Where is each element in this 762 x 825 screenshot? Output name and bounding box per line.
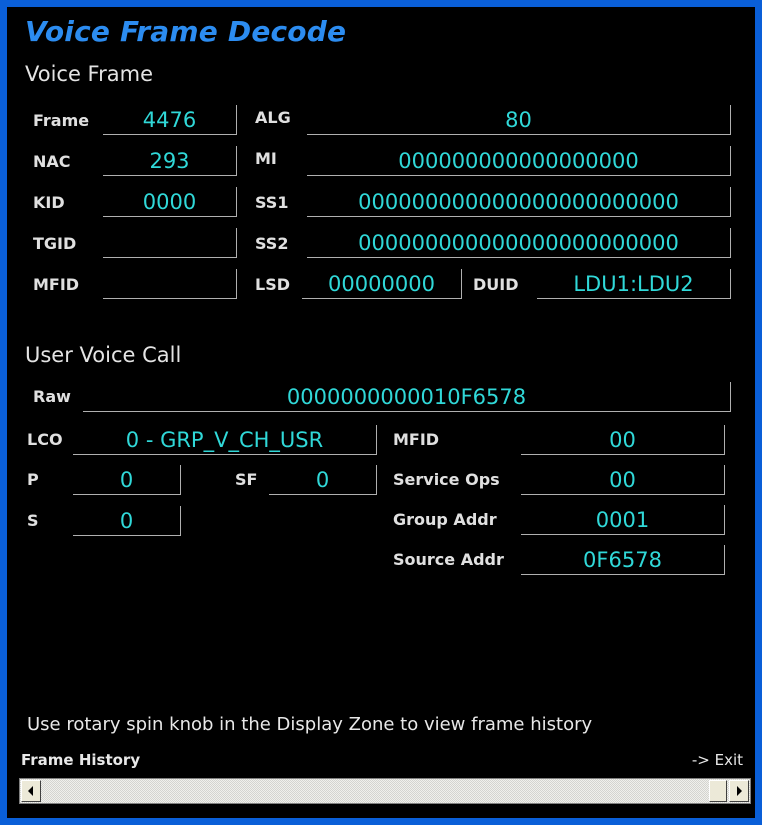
frame-value: 4476: [103, 105, 237, 135]
source-addr-value: 0F6578: [521, 545, 725, 575]
exit-link[interactable]: -> Exit: [692, 751, 743, 769]
voice-frame-decode-window: Voice Frame Decode Voice Frame Frame 447…: [0, 0, 762, 825]
lco-value: 0 - GRP_V_CH_USR: [73, 425, 377, 455]
mfid-value: [103, 269, 237, 299]
frame-history-label: Frame History: [21, 751, 141, 769]
sf-value: 0: [269, 465, 377, 495]
scroll-right-button[interactable]: [729, 780, 749, 802]
mfid-uvc-label: MFID: [393, 430, 440, 449]
lsd-label: LSD: [255, 275, 290, 294]
raw-label: Raw: [33, 387, 71, 406]
user-voice-call-heading: User Voice Call: [25, 343, 182, 367]
page-title: Voice Frame Decode: [25, 15, 347, 48]
group-addr-label: Group Addr: [393, 510, 497, 529]
voice-frame-heading: Voice Frame: [25, 62, 153, 86]
mi-label: MI: [255, 149, 277, 168]
alg-label: ALG: [255, 108, 291, 127]
s-label: S: [27, 511, 39, 530]
sf-label: SF: [235, 470, 258, 489]
tgid-label: TGID: [33, 234, 77, 253]
frame-history-hint: Use rotary spin knob in the Display Zone…: [27, 714, 593, 735]
duid-label: DUID: [473, 275, 519, 294]
nac-value: 293: [103, 146, 237, 176]
lsd-value: 00000000: [302, 269, 462, 299]
mfid-uvc-value: 00: [521, 425, 725, 455]
arrow-right-icon: [737, 786, 742, 796]
p-label: P: [27, 470, 39, 489]
mfid-label: MFID: [33, 275, 80, 294]
ss1-value: 000000000000000000000000: [307, 187, 731, 217]
arrow-left-icon: [28, 786, 33, 796]
scroll-left-button[interactable]: [21, 780, 41, 802]
ss1-label: SS1: [255, 193, 289, 212]
source-addr-label: Source Addr: [393, 550, 504, 569]
ss2-label: SS2: [255, 234, 289, 253]
service-ops-value: 00: [521, 465, 725, 495]
kid-value: 0000: [103, 187, 237, 217]
p-value: 0: [73, 465, 181, 495]
service-ops-label: Service Ops: [393, 470, 500, 489]
mi-value: 000000000000000000: [307, 146, 731, 176]
ss2-value: 000000000000000000000000: [307, 228, 731, 258]
alg-value: 80: [307, 105, 731, 135]
lco-label: LCO: [27, 430, 63, 449]
tgid-value: [103, 228, 237, 258]
raw-value: 0000000000010F6578: [83, 382, 731, 412]
kid-label: KID: [33, 193, 65, 212]
group-addr-value: 0001: [521, 505, 725, 535]
frame-label: Frame: [33, 111, 90, 130]
nac-label: NAC: [33, 152, 71, 171]
scroll-thumb[interactable]: [709, 780, 727, 802]
duid-value: LDU1:LDU2: [537, 269, 731, 299]
s-value: 0: [73, 506, 181, 536]
frame-history-scrollbar[interactable]: [19, 778, 751, 804]
